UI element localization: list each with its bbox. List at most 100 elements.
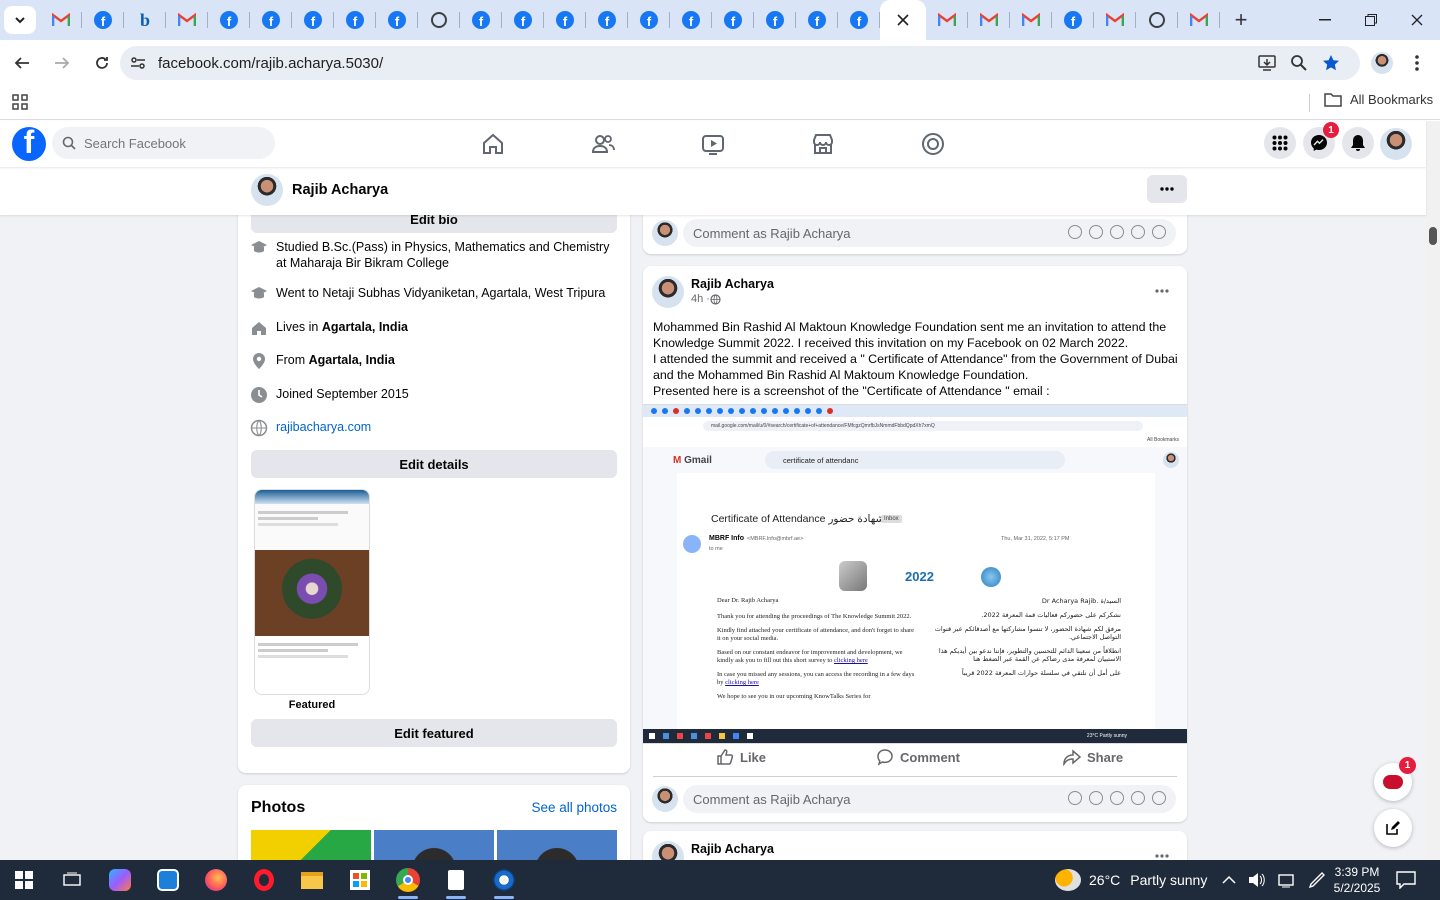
menu-button[interactable] — [1264, 127, 1296, 159]
restore-button[interactable] — [1348, 0, 1394, 40]
profile-name[interactable]: Rajib Acharya — [292, 182, 388, 198]
site-settings-icon[interactable] — [130, 55, 146, 71]
browser-tab[interactable]: b — [124, 0, 166, 40]
install-app-icon[interactable] — [1258, 54, 1276, 72]
account-avatar[interactable] — [1380, 128, 1412, 160]
search-input[interactable] — [84, 135, 264, 151]
share-button[interactable]: Share — [1063, 748, 1123, 766]
profile-avatar[interactable] — [1371, 52, 1393, 74]
photo-thumbnail[interactable] — [251, 830, 371, 860]
post-options-icon[interactable] — [1155, 854, 1169, 858]
minimize-button[interactable] — [1302, 0, 1348, 40]
firefox-taskbar[interactable] — [192, 860, 240, 900]
photo-thumbnail[interactable] — [374, 830, 494, 860]
browser-tab[interactable] — [1094, 0, 1136, 40]
apps-grid-icon[interactable] — [12, 94, 28, 110]
website-link[interactable]: rajibacharya.com — [276, 419, 371, 435]
post-options-icon[interactable] — [1155, 289, 1169, 293]
volume-icon[interactable] — [1248, 872, 1266, 888]
file-explorer-taskbar[interactable] — [288, 860, 336, 900]
zoom-icon[interactable] — [1290, 54, 1308, 72]
edit-featured-button[interactable]: Edit featured — [251, 719, 617, 747]
all-bookmarks-button[interactable]: All Bookmarks — [1324, 92, 1433, 107]
store-taskbar[interactable] — [336, 860, 384, 900]
post-image[interactable]: mail.google.com/mail/u/0/#search/certifi… — [643, 404, 1187, 744]
gaming-nav-icon[interactable] — [920, 131, 946, 157]
browser-tab[interactable]: f — [544, 0, 586, 40]
comment-button[interactable]: Comment — [876, 748, 960, 766]
photo-thumbnail[interactable] — [497, 830, 617, 860]
forward-button[interactable] — [44, 45, 80, 81]
browser-tab[interactable]: f — [838, 0, 880, 40]
browser-tab[interactable]: f — [670, 0, 712, 40]
browser-tab[interactable] — [1136, 0, 1178, 40]
browser-tab[interactable] — [1178, 0, 1220, 40]
browser-tab[interactable] — [880, 0, 926, 40]
network-icon[interactable] — [1278, 872, 1296, 888]
intro-place[interactable]: Agartala, India — [309, 353, 395, 367]
browser-tab[interactable]: f — [796, 0, 838, 40]
post-author[interactable]: Rajib Acharya — [691, 277, 774, 291]
browser-tab[interactable] — [1010, 0, 1052, 40]
marketplace-nav-icon[interactable] — [810, 131, 836, 157]
intro-row[interactable]: rajibacharya.com — [250, 419, 610, 437]
new-tab-button[interactable]: + — [1226, 5, 1256, 35]
browser-tab[interactable]: f — [754, 0, 796, 40]
task-view-button[interactable] — [48, 860, 96, 900]
browser-tab[interactable] — [40, 0, 82, 40]
browser-tab[interactable] — [968, 0, 1010, 40]
browser-tab[interactable]: f — [334, 0, 376, 40]
snipping-taskbar[interactable] — [480, 860, 528, 900]
chrome-taskbar[interactable] — [384, 860, 432, 900]
app-taskbar[interactable] — [144, 860, 192, 900]
notifications-center[interactable] — [1396, 860, 1416, 900]
close-icon[interactable] — [897, 14, 909, 26]
clock[interactable]: 3:39 PM 5/2/2025 — [1330, 860, 1384, 900]
edit-bio-button[interactable]: Edit bio — [251, 215, 617, 233]
post-author-avatar[interactable] — [652, 276, 684, 308]
browser-tab[interactable]: f — [586, 0, 628, 40]
browser-tab[interactable] — [166, 0, 208, 40]
profile-more-button[interactable] — [1147, 175, 1187, 203]
chat-head[interactable]: 1 — [1374, 757, 1416, 801]
featured-item[interactable] — [254, 489, 370, 695]
post-author[interactable]: Rajib Acharya — [691, 842, 774, 856]
bookmark-star-icon[interactable] — [1322, 54, 1340, 72]
opera-taskbar[interactable] — [240, 860, 288, 900]
close-window-button[interactable] — [1394, 0, 1440, 40]
browser-tab[interactable]: f — [208, 0, 250, 40]
scroll-thumb[interactable] — [1429, 227, 1437, 245]
facebook-search[interactable] — [52, 127, 275, 159]
browser-tab[interactable]: f — [460, 0, 502, 40]
friends-nav-icon[interactable] — [590, 131, 616, 157]
notifications-button[interactable] — [1342, 127, 1374, 159]
messenger-button[interactable]: 1 — [1303, 122, 1339, 159]
browser-tab[interactable]: f — [712, 0, 754, 40]
browser-tab[interactable] — [926, 0, 968, 40]
comment-input[interactable]: Comment as Rajib Acharya — [683, 219, 1176, 247]
back-button[interactable] — [4, 45, 40, 81]
home-nav-icon[interactable] — [480, 131, 506, 157]
see-all-photos-link[interactable]: See all photos — [531, 800, 617, 815]
url-text[interactable]: facebook.com/rajib.acharya.5030/ — [158, 55, 383, 72]
reload-button[interactable] — [84, 45, 120, 81]
browser-tab[interactable]: f — [628, 0, 670, 40]
browser-tab[interactable]: f — [82, 0, 124, 40]
comment-tools[interactable] — [1068, 225, 1166, 239]
profile-avatar-small[interactable] — [251, 174, 283, 206]
tab-search-dropdown[interactable] — [4, 6, 36, 34]
video-nav-icon[interactable] — [700, 131, 726, 157]
post-author-avatar[interactable] — [652, 841, 684, 860]
copilot-taskbar[interactable] — [96, 860, 144, 900]
new-message-button[interactable] — [1374, 809, 1412, 847]
start-button[interactable] — [0, 860, 48, 900]
address-bar[interactable]: facebook.com/rajib.acharya.5030/ — [120, 46, 1360, 80]
facebook-logo[interactable]: f — [12, 127, 46, 161]
browser-tab[interactable]: f — [376, 0, 418, 40]
post-time[interactable]: 4h · — [691, 293, 710, 305]
browser-tab[interactable]: f — [502, 0, 544, 40]
edit-details-button[interactable]: Edit details — [251, 450, 617, 478]
browser-tab[interactable]: f — [292, 0, 334, 40]
pen-icon[interactable] — [1308, 871, 1326, 889]
browser-tab[interactable] — [418, 0, 460, 40]
